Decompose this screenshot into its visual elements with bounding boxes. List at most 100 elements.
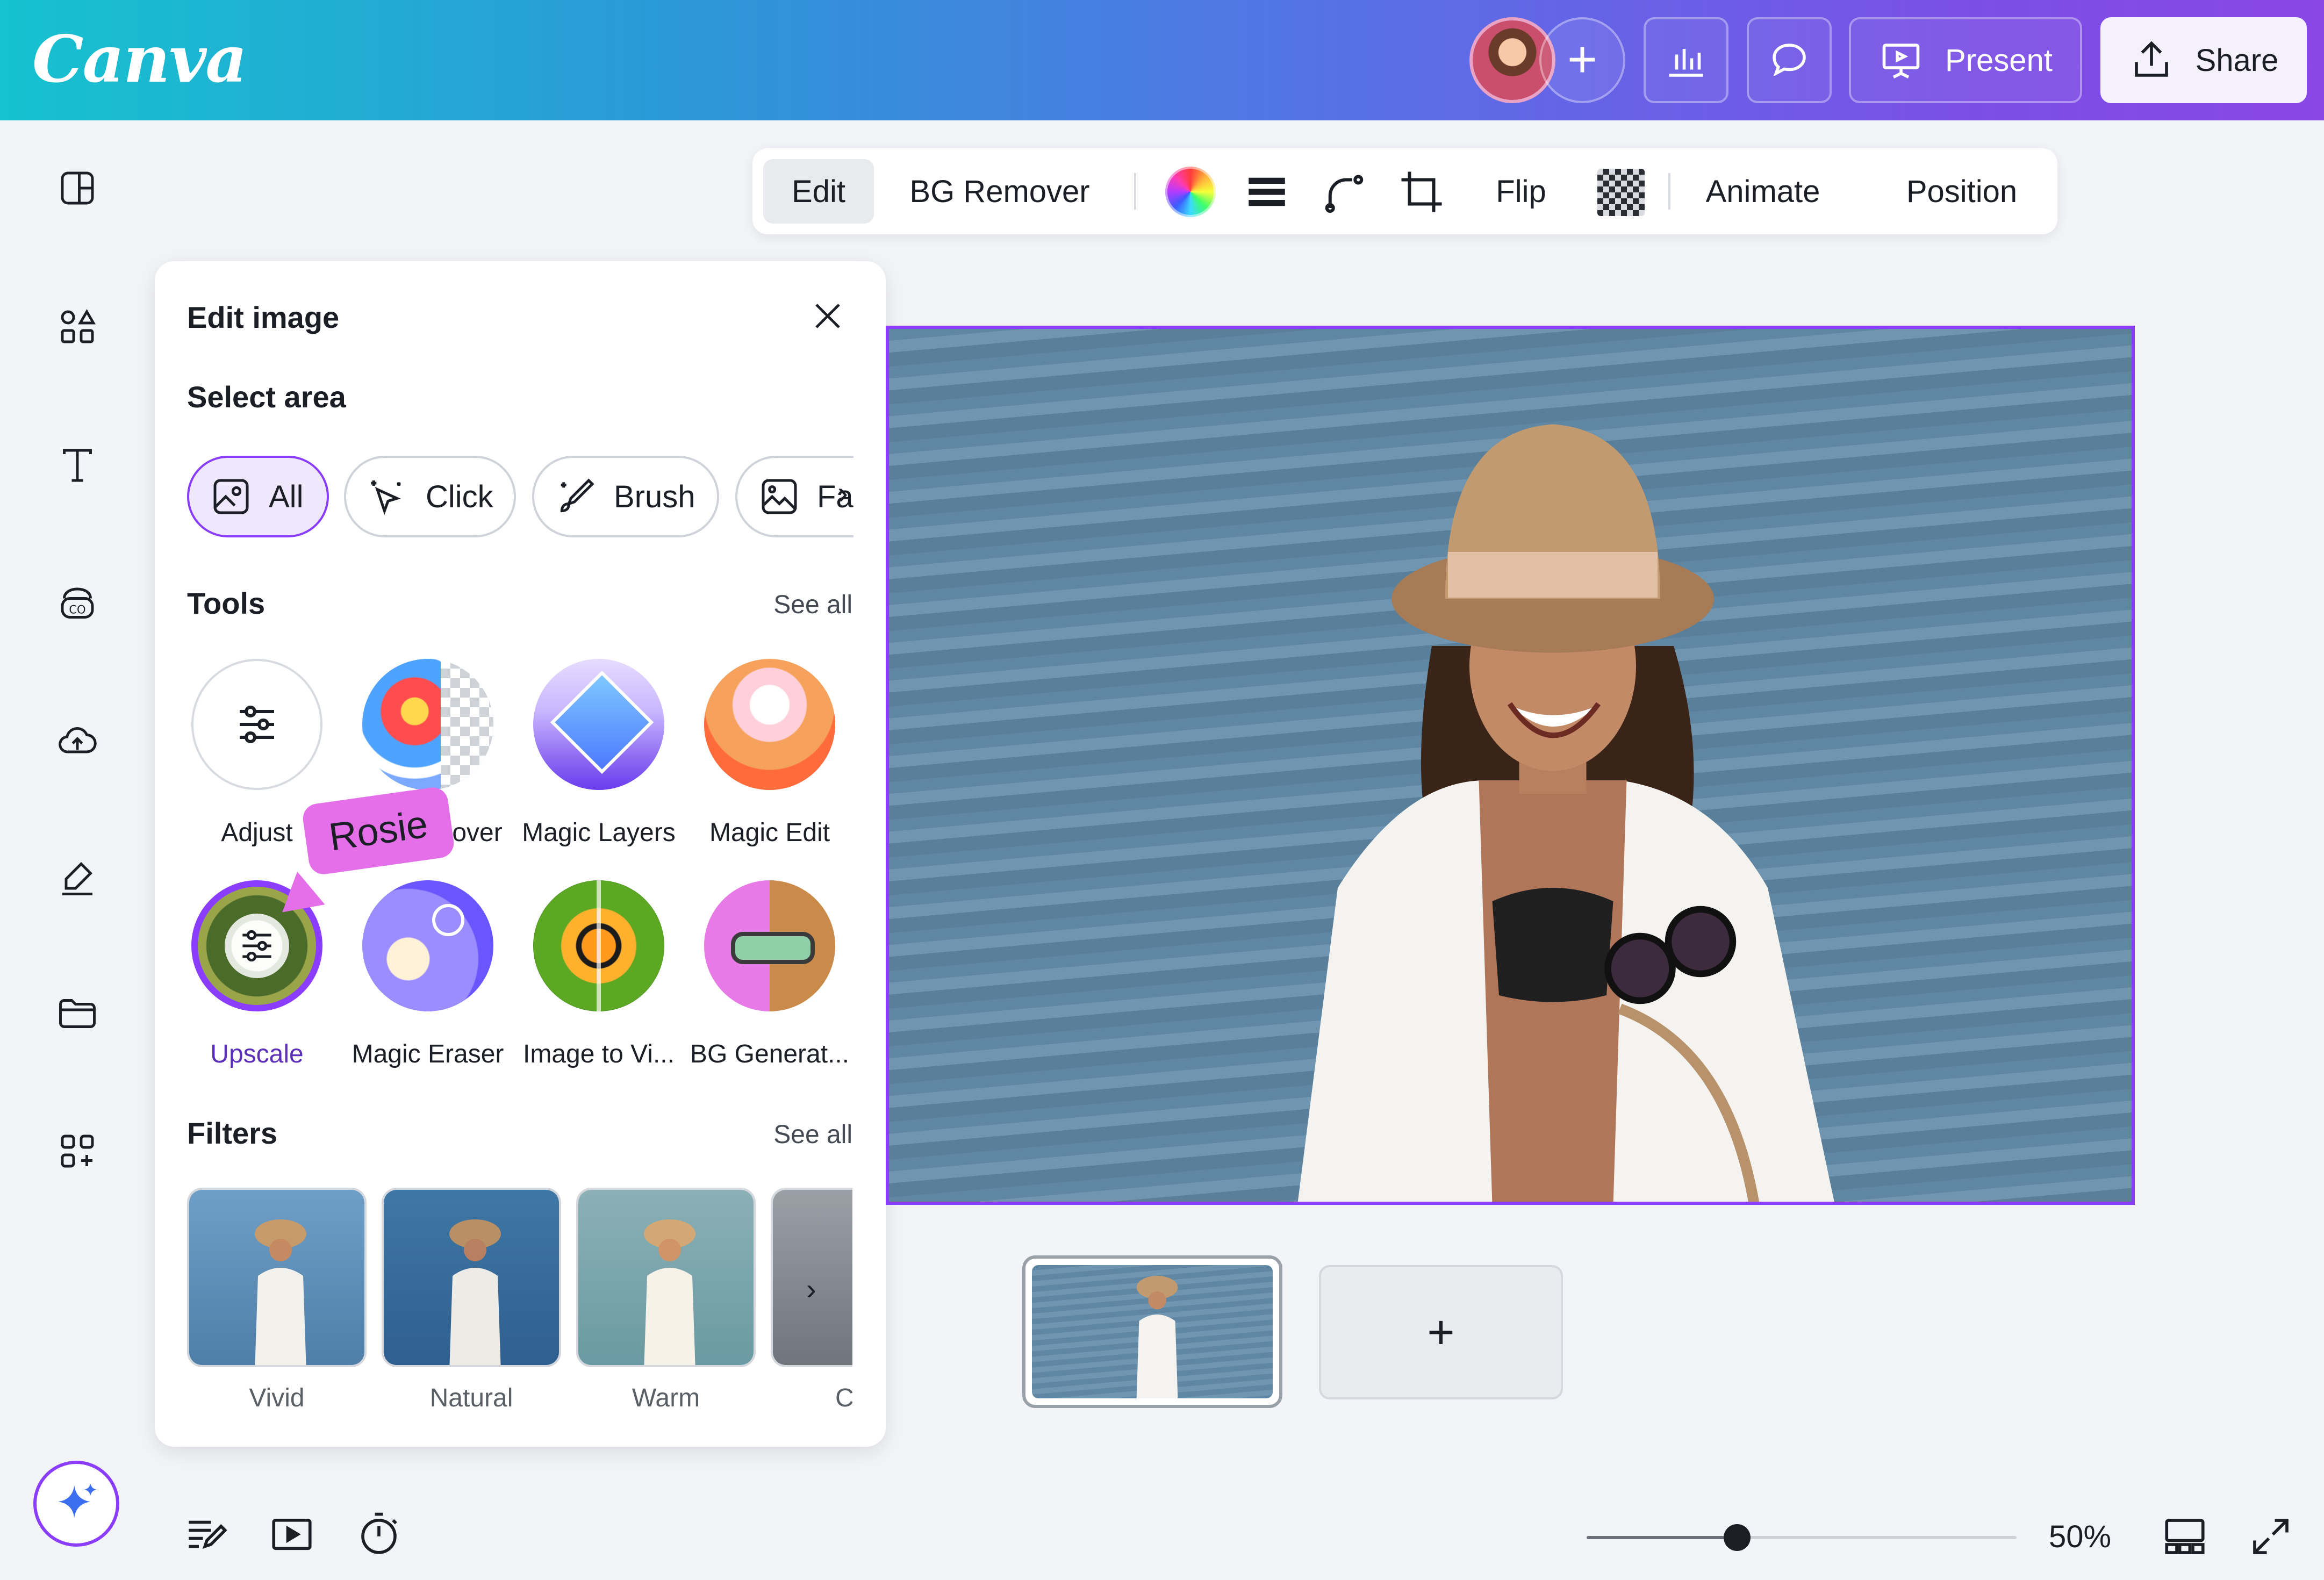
present-preview-button[interactable] (268, 1510, 316, 1559)
select-face-chip[interactable]: Fa (735, 456, 853, 537)
sidebar-item-apps[interactable] (52, 1125, 103, 1177)
tool-bg-generator[interactable]: BG Generat... (684, 880, 856, 1069)
collaborators: + (1469, 17, 1625, 103)
add-page-button[interactable]: + (1319, 1265, 1563, 1399)
filters-heading: Filters (187, 1116, 278, 1150)
sidebar-item-draw[interactable] (52, 851, 103, 903)
tool-label: Upscale (210, 1040, 304, 1068)
pen-icon (62, 862, 92, 895)
filter-thumbnail (382, 1188, 561, 1367)
share-button[interactable]: Share (2100, 17, 2307, 103)
comment-icon (1773, 44, 1806, 77)
select-click-chip[interactable]: Click (344, 456, 516, 537)
share-label: Share (2195, 42, 2279, 78)
corner-radius-icon (1325, 175, 1364, 213)
select-brush-chip[interactable]: Brush (532, 456, 719, 537)
sliders-icon (240, 706, 274, 743)
sparkle-cursor-icon (371, 480, 401, 515)
sidebar-item-uploads[interactable] (52, 715, 103, 766)
notes-button[interactable] (183, 1510, 231, 1559)
chips-scroll-right-icon[interactable]: › (837, 474, 848, 511)
bar-chart-icon (1669, 49, 1703, 77)
sidebar-item-design[interactable] (52, 162, 103, 214)
filter-label: C (835, 1384, 852, 1412)
tool-magic-layers[interactable]: Magic Layers (513, 659, 685, 848)
sunglasses-icon (704, 880, 835, 1011)
layout-icon (61, 171, 94, 205)
zoom-slider[interactable] (1587, 1524, 2017, 1551)
color-picker-button[interactable] (1165, 167, 1216, 217)
zoom-slider-fill (1587, 1536, 1737, 1539)
animate-button[interactable]: Animate (1698, 159, 1827, 224)
crop-button[interactable] (1397, 168, 1446, 216)
present-button[interactable]: Present (1849, 17, 2082, 103)
comment-button[interactable] (1747, 17, 1832, 103)
magic-assistant-button[interactable] (33, 1461, 119, 1547)
top-bar: Canva + Present Share (0, 0, 2324, 120)
tool-magic-edit[interactable]: Magic Edit (684, 659, 856, 848)
cupcake-icon (704, 659, 835, 790)
add-collaborator-button[interactable]: + (1539, 17, 1625, 103)
filters-next-arrow-icon[interactable]: › (806, 1272, 836, 1306)
image-icon (213, 479, 249, 514)
border-weight-icon (1249, 177, 1285, 206)
select-area-chips: All Click Brush Fa (187, 456, 853, 538)
transparency-button[interactable] (1597, 169, 1645, 216)
timer-button[interactable] (355, 1510, 403, 1559)
sidebar-item-projects[interactable] (52, 988, 103, 1039)
zoom-percentage[interactable]: 50% (2049, 1519, 2111, 1555)
filters-see-all-link[interactable]: See all (773, 1120, 852, 1150)
filter-label: Natural (429, 1384, 513, 1412)
canva-logo[interactable]: Canva (32, 21, 247, 97)
sliders-icon (242, 930, 271, 962)
grid-view-button[interactable] (2161, 1512, 2209, 1561)
toolbar-divider (1668, 173, 1670, 210)
woman-figure-icon (1136, 1276, 1178, 1398)
notes-icon (189, 1520, 227, 1549)
expand-icon (2253, 1519, 2289, 1554)
tool-label: Magic Eraser (352, 1040, 504, 1068)
corner-rounding-button[interactable] (1320, 168, 1368, 216)
flip-button[interactable]: Flip (1478, 159, 1564, 224)
select-area-heading: Select area (187, 380, 346, 414)
present-icon (1882, 44, 1920, 79)
woman-figure-icon (449, 1219, 501, 1365)
sidebar-item-brand[interactable]: CO (52, 578, 103, 630)
butterfly-icon (533, 880, 664, 1011)
chip-label: All (269, 479, 304, 514)
tool-magic-eraser[interactable]: Magic Eraser (342, 880, 514, 1069)
panel-title: Edit image (187, 300, 340, 334)
page-thumbnail[interactable] (1022, 1255, 1282, 1408)
bg-remover-button[interactable]: BG Remover (898, 159, 1102, 224)
present-label: Present (1945, 42, 2053, 78)
tools-see-all-link[interactable]: See all (773, 590, 852, 620)
sidebar-item-text[interactable] (52, 440, 103, 491)
grid-view-icon (2165, 1519, 2205, 1554)
layers-icon (533, 659, 664, 790)
fullscreen-button[interactable] (2247, 1512, 2295, 1561)
position-button[interactable]: Position (1881, 159, 2042, 224)
sidebar-item-elements[interactable] (52, 301, 103, 353)
filter-warm[interactable]: Warm (576, 1188, 756, 1413)
border-style-button[interactable] (1243, 168, 1291, 216)
filter-vivid[interactable]: Vivid (187, 1188, 367, 1413)
filter-natural[interactable]: Natural (382, 1188, 561, 1413)
sparkle-icon (58, 1483, 97, 1518)
edit-button[interactable]: Edit (763, 159, 874, 224)
tool-label: BG Generat... (690, 1040, 850, 1068)
magic-brush-icon (560, 478, 594, 513)
chip-label: Click (426, 479, 493, 514)
close-panel-button[interactable] (808, 297, 847, 335)
zoom-slider-handle[interactable] (1724, 1524, 1751, 1551)
design-canvas-image[interactable] (886, 326, 2135, 1205)
tool-image-to-video[interactable]: Image to Vi... (513, 880, 685, 1069)
play-icon (272, 1518, 312, 1550)
filter-label: Vivid (249, 1384, 305, 1412)
cloud-upload-icon (59, 727, 97, 753)
folder-icon (59, 999, 96, 1028)
dove-icon (362, 880, 493, 1011)
select-all-chip[interactable]: All (187, 456, 329, 537)
insights-button[interactable] (1644, 17, 1728, 103)
share-icon (2134, 41, 2168, 77)
brand-icon: CO (61, 587, 94, 619)
